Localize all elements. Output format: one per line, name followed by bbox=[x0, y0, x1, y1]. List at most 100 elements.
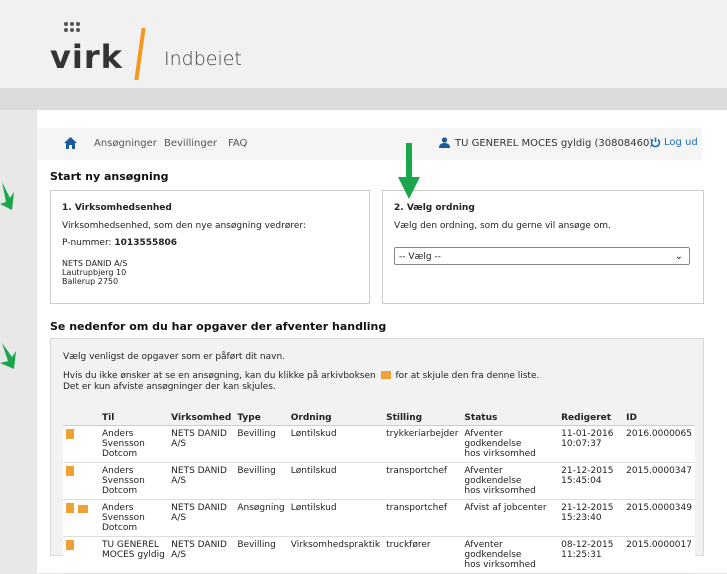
address-line: NETS DANID A/S bbox=[62, 259, 128, 268]
nav-bevillinger[interactable]: Bevillinger bbox=[164, 138, 217, 149]
col-ordning: Ordning bbox=[287, 411, 384, 426]
document-icon[interactable] bbox=[66, 429, 74, 439]
company-title: 1. Virksomhedsenhed bbox=[62, 203, 172, 213]
cell-status: Afventer godkendelse bbox=[464, 466, 522, 486]
cell-id: 2016.0000065 bbox=[623, 425, 695, 463]
tasks-hint3: Det er kun afviste ansøgninger der kan s… bbox=[63, 382, 276, 392]
cell-type: Bevilling bbox=[234, 536, 288, 574]
user-icon bbox=[439, 137, 450, 148]
cell-redigeret: 11:25:31 bbox=[561, 550, 602, 560]
cell-redigeret: 11-01-2016 bbox=[561, 429, 614, 439]
power-icon[interactable] bbox=[650, 137, 661, 148]
document-icon[interactable] bbox=[66, 466, 74, 476]
cell-virk: A/S bbox=[171, 476, 187, 486]
cell-status: Afvist af jobcenter bbox=[464, 503, 547, 513]
document-icon[interactable] bbox=[66, 540, 74, 550]
logout-link[interactable]: Log ud bbox=[664, 137, 698, 148]
archive-icon[interactable] bbox=[78, 505, 88, 513]
cell-stilling: transportchef bbox=[383, 499, 462, 537]
annotation-arrow-left-2 bbox=[0, 343, 16, 369]
address-line: Ballerup 2750 bbox=[62, 277, 119, 286]
cell-redigeret: 21-12-2015 bbox=[561, 503, 614, 513]
scheme-desc: Vælg den ordning, som du gerne vil ansøg… bbox=[394, 221, 611, 231]
tasks-intro: Vælg venligst de opgaver som er påført d… bbox=[63, 352, 286, 362]
cell-stilling: transportchef bbox=[383, 462, 462, 500]
cell-til: Anders Svensson bbox=[101, 466, 145, 486]
cell-type: Ansøgning bbox=[234, 499, 288, 537]
cell-virk: A/S bbox=[171, 513, 187, 523]
cell-type: Bevilling bbox=[234, 462, 288, 500]
document-icon[interactable] bbox=[66, 503, 74, 513]
cell-redigeret: 15:23:40 bbox=[561, 513, 602, 523]
header-band bbox=[0, 88, 727, 110]
company-address: NETS DANID A/S Lautrupbjerg 10 Ballerup … bbox=[62, 259, 127, 286]
company-desc: Virksomhedsenhed, som den nye ansøgning … bbox=[62, 221, 306, 231]
cell-redigeret: 08-12-2015 bbox=[561, 540, 614, 550]
table-row[interactable]: Anders Svensson Dotcom NETS DANID A/S Bevi… bbox=[63, 425, 695, 463]
annotation-arrow-left-1 bbox=[0, 182, 14, 210]
scheme-select[interactable]: -- Vælg -- ⌄ bbox=[394, 247, 690, 265]
scheme-box: 2. Vælg ordning Vælg den ordning, som du… bbox=[382, 190, 704, 304]
col-redigeret: Redigeret bbox=[558, 411, 624, 426]
cell-ordning: Løntilskud bbox=[287, 462, 384, 500]
hint-part2: for at skjule den fra denne liste. bbox=[395, 371, 540, 381]
table-row[interactable]: TU GENEREL MOCES gyldig NETS DANID A/S Bev… bbox=[63, 536, 695, 574]
cell-id: 2015.0000017 bbox=[623, 536, 695, 574]
cell-id: 2015.0000347 bbox=[623, 462, 695, 500]
cell-redigeret: 21-12-2015 bbox=[561, 466, 614, 476]
chevron-down-icon: ⌄ bbox=[674, 251, 683, 262]
table-header-row: Til Virksomhed Type Ordning Stilling Sta… bbox=[63, 411, 695, 426]
tasks-hint: Hvis du ikke ønsker at se en ansøgning, … bbox=[63, 371, 539, 381]
cell-til: TU GENEREL bbox=[101, 540, 159, 550]
tasks-panel: Vælg venligst de opgaver som er påført d… bbox=[50, 338, 704, 574]
select-value: -- Vælg -- bbox=[399, 252, 441, 262]
cell-til: Anders Svensson bbox=[101, 503, 145, 523]
col-icons bbox=[63, 411, 99, 426]
home-icon[interactable] bbox=[64, 137, 77, 149]
site-header: virk Indbeiet bbox=[0, 0, 727, 88]
cell-status: Afventer godkendelse bbox=[464, 429, 522, 449]
col-virksomhed: Virksomhed bbox=[168, 411, 235, 426]
pnr-label: P-nummer: bbox=[62, 238, 115, 248]
top-nav: Ansøgninger Bevillinger FAQ TU GENEREL M… bbox=[37, 128, 702, 160]
cell-stilling: truckfører bbox=[383, 536, 462, 574]
hint-part1: Hvis du ikke ønsker at se en ansøgning, … bbox=[63, 371, 376, 381]
user-name: TU GENEREL MOCES gyldig (30808460) bbox=[455, 138, 654, 149]
cell-status: Afventer godkendelse bbox=[464, 540, 522, 560]
scheme-title: 2. Vælg ordning bbox=[394, 203, 475, 213]
cell-status: hos virksomhed bbox=[464, 449, 536, 459]
cell-til: Dotcom bbox=[101, 486, 138, 496]
start-heading: Start ny ansøgning bbox=[50, 170, 169, 183]
logo-divider bbox=[134, 28, 146, 80]
pnr-value: 1013555806 bbox=[114, 238, 178, 248]
table-row[interactable]: Anders Svensson Dotcom NETS DANID A/S Bevi… bbox=[63, 462, 695, 500]
col-stilling: Stilling bbox=[383, 411, 462, 426]
col-type: Type bbox=[234, 411, 288, 426]
cell-virk: NETS DANID bbox=[171, 540, 227, 550]
nav-ansogninger[interactable]: Ansøgninger bbox=[94, 138, 157, 149]
company-box: 1. Virksomhedsenhed Virksomhedsenhed, so… bbox=[50, 190, 370, 304]
cell-ordning: Løntilskud bbox=[287, 425, 384, 463]
annotation-arrow-down bbox=[398, 143, 420, 199]
cell-status: hos virksomhed bbox=[464, 560, 536, 570]
cell-stilling: trykkeriarbejder bbox=[383, 425, 462, 463]
cell-ordning: Løntilskud bbox=[287, 499, 384, 537]
table-row[interactable]: Anders Svensson Dotcom NETS DANID A/S Ansø… bbox=[63, 499, 695, 537]
tasks-heading: Se nedenfor om du har opgaver der afvent… bbox=[50, 320, 387, 333]
cell-virk: NETS DANID bbox=[171, 503, 227, 513]
cell-til: MOCES gyldig bbox=[101, 550, 165, 560]
cell-id: 2015.0000349 bbox=[623, 499, 695, 537]
cell-til: Anders Svensson bbox=[101, 429, 145, 449]
cell-til: Dotcom bbox=[101, 449, 138, 459]
col-status: Status bbox=[461, 411, 559, 426]
virk-logo[interactable]: virk bbox=[50, 38, 123, 76]
col-til: Til bbox=[98, 411, 169, 426]
pnr-line: P-nummer: 1013555806 bbox=[62, 238, 177, 248]
cell-status: hos virksomhed bbox=[464, 486, 536, 496]
nav-faq[interactable]: FAQ bbox=[228, 138, 247, 149]
tasks-table: Til Virksomhed Type Ordning Stilling Sta… bbox=[63, 411, 695, 574]
address-line: Lautrupbjerg 10 bbox=[62, 268, 127, 277]
cell-virk: A/S bbox=[171, 550, 187, 560]
cell-virk: NETS DANID bbox=[171, 429, 227, 439]
cell-virk: NETS DANID bbox=[171, 466, 227, 476]
